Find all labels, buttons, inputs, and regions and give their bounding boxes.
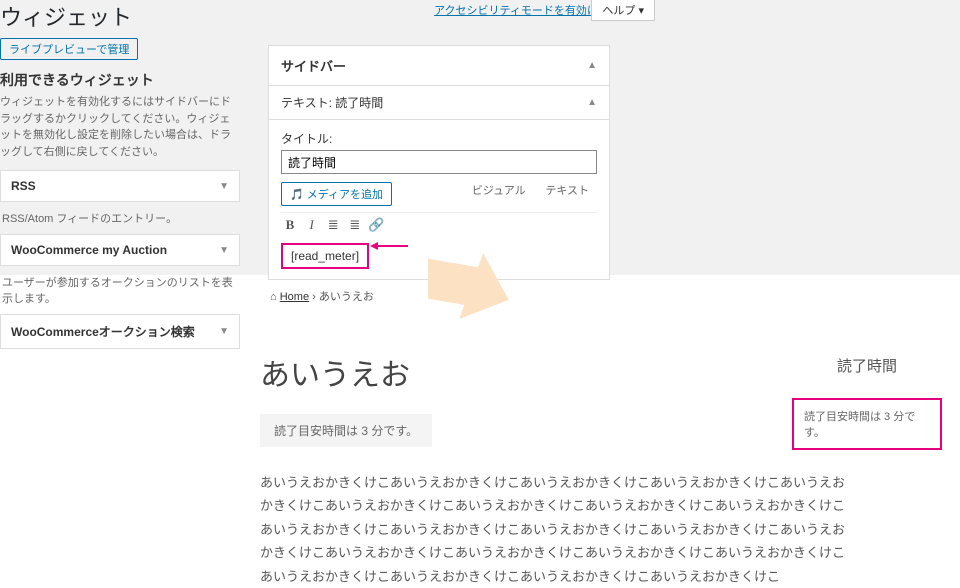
chevron-down-icon: ▼: [219, 245, 229, 256]
widget-item-wc-auction-search[interactable]: WooCommerceオークション検索 ▼: [0, 314, 240, 349]
home-icon: ⌂: [270, 291, 277, 303]
live-preview-button[interactable]: ライブプレビューで管理: [0, 38, 138, 60]
widget-label: WooCommerce my Auction: [11, 243, 167, 257]
page-title: ウィジェット: [0, 0, 132, 32]
widget-instance-label: テキスト: 読了時間: [281, 94, 383, 111]
widget-item-wc-auction[interactable]: WooCommerce my Auction ▼: [0, 234, 240, 266]
breadcrumb-home[interactable]: Home: [280, 291, 309, 303]
sidebar-panel-header[interactable]: サイドバー ▲: [269, 46, 609, 86]
widget-label: RSS: [11, 179, 36, 193]
italic-icon[interactable]: I: [303, 217, 321, 233]
widget-instance-header[interactable]: テキスト: 読了時間 ▲: [269, 86, 609, 120]
widget-label: WooCommerceオークション検索: [11, 323, 195, 340]
sidebar-panel-title: サイドバー: [281, 56, 346, 75]
sidebar-widget-title: 読了時間: [792, 355, 942, 376]
post-body: あいうえおかきくけこあいうえおかきくけこあいうえおかきくけこあいうえおかきくけこ…: [260, 471, 855, 588]
annotation-arrow-large: [420, 253, 520, 333]
sidebar-panel: サイドバー ▲ テキスト: 読了時間 ▲ タイトル: 🎵 メディアを追加 ビジュ…: [268, 45, 610, 280]
sidebar-widget-preview: 読了時間 読了目安時間は 3 分です。: [792, 355, 942, 450]
ul-icon[interactable]: ≣: [324, 217, 342, 233]
title-field-label: タイトル:: [281, 130, 597, 147]
annotation-arrow-small: [370, 237, 408, 252]
chevron-up-icon: ▲: [587, 97, 597, 108]
sidebar-widget-highlight: 読了目安時間は 3 分です。: [792, 398, 942, 450]
tab-visual[interactable]: ビジュアル: [464, 182, 534, 200]
widget-item-rss[interactable]: RSS ▼: [0, 170, 240, 202]
chevron-down-icon: ▼: [219, 181, 229, 192]
ol-icon[interactable]: ≣: [346, 217, 364, 233]
read-time-estimate: 読了目安時間は 3 分です。: [260, 414, 432, 447]
available-widgets-desc: ウィジェットを有効化するにはサイドバーにドラッグするかクリックしてください。ウィ…: [0, 94, 240, 160]
widget-title-input[interactable]: [281, 150, 597, 174]
tab-text[interactable]: テキスト: [537, 182, 597, 200]
chevron-down-icon: ▼: [219, 326, 229, 337]
chevron-up-icon: ▲: [587, 60, 597, 71]
bold-icon[interactable]: B: [281, 217, 299, 233]
shortcode-highlight[interactable]: [read_meter]: [281, 243, 369, 269]
editor-toolbar: B I ≣ ≣ 🔗: [281, 212, 597, 237]
link-icon[interactable]: 🔗: [368, 217, 386, 233]
help-tab[interactable]: ヘルプ ▾: [591, 0, 655, 21]
available-widgets-heading: 利用できるウィジェット: [0, 70, 240, 90]
widget-desc: RSS/Atom フィードのエントリー。: [0, 202, 240, 234]
add-media-button[interactable]: 🎵 メディアを追加: [281, 182, 392, 206]
widget-desc: ユーザーが参加するオークションのリストを表示します。: [0, 266, 240, 314]
breadcrumb: ⌂ Home › あいうえお: [270, 288, 374, 304]
breadcrumb-current: あいうえお: [319, 291, 374, 303]
